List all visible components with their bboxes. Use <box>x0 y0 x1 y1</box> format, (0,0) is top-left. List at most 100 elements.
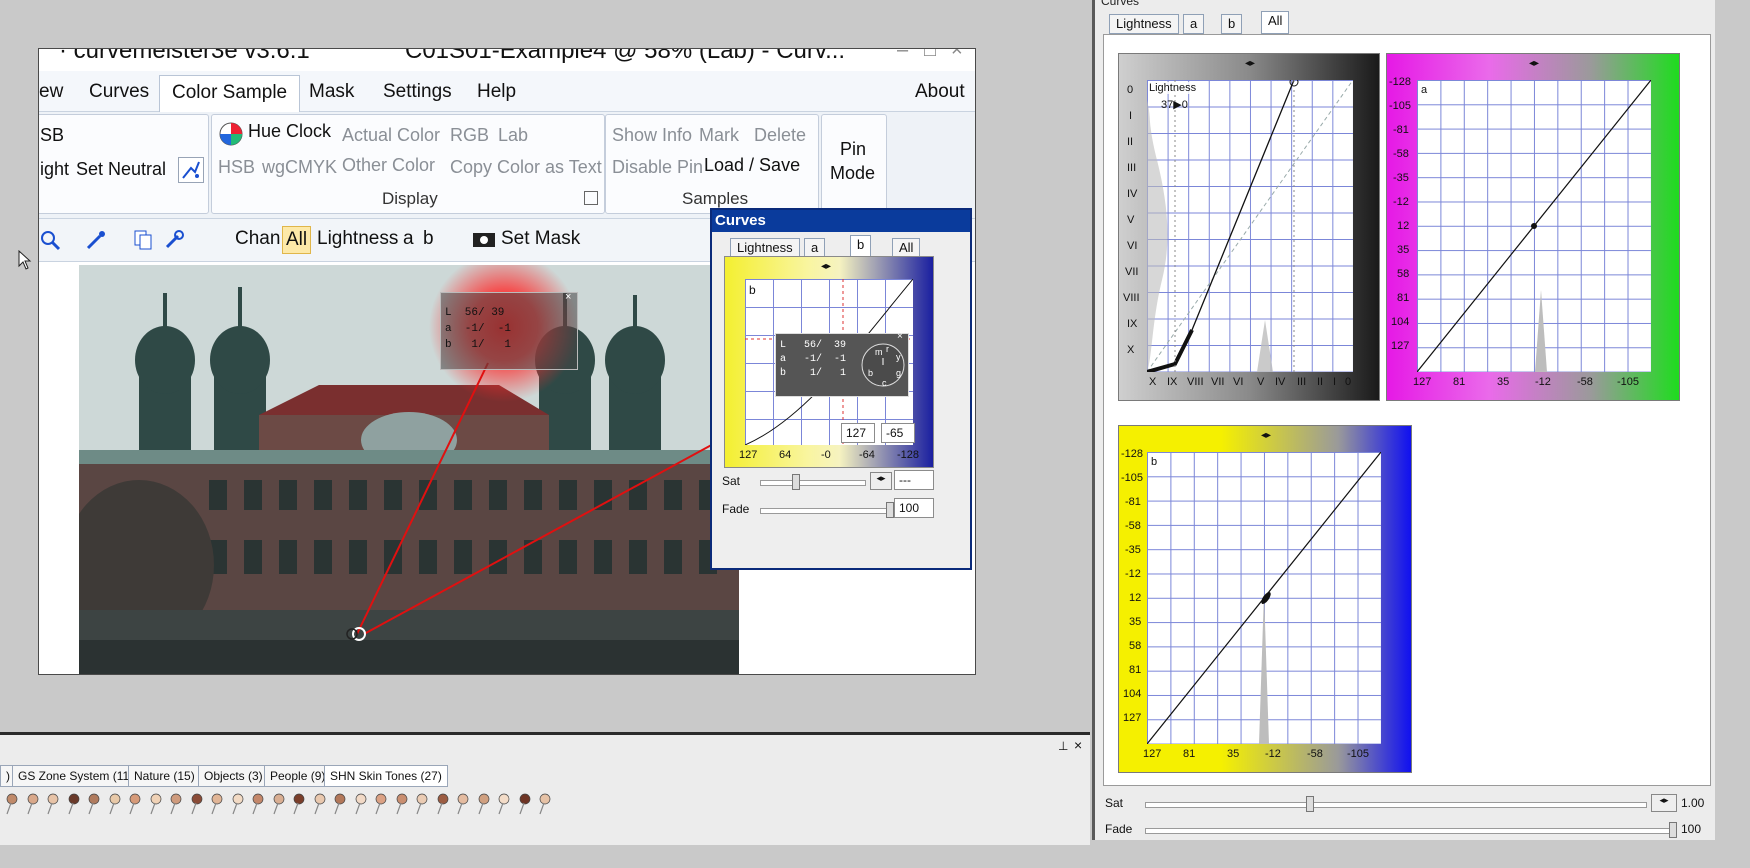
palette-tab[interactable]: People (9) <box>264 765 332 787</box>
palette-pin-icon[interactable]: ⊥ <box>1058 739 1068 753</box>
sample-pin-icon[interactable] <box>127 793 141 815</box>
rgb-button[interactable]: RGB <box>450 125 489 146</box>
mark-button[interactable]: Mark <box>699 125 739 146</box>
lab-button[interactable]: Lab <box>498 125 528 146</box>
docked-sat-slider-thumb[interactable] <box>1306 796 1314 812</box>
ribbon-hsb-partial[interactable]: SB <box>40 125 64 146</box>
hsb-button[interactable]: HSB <box>218 157 255 178</box>
tab-a[interactable]: a <box>804 238 826 258</box>
sample-pin-icon[interactable] <box>25 793 39 815</box>
sat-slider[interactable] <box>760 480 866 486</box>
popup-close-icon[interactable]: × <box>565 291 571 303</box>
ribbon-highlight-partial[interactable]: ight <box>40 159 69 180</box>
set-mask-dropdown[interactable]: Set Mask <box>501 228 580 250</box>
docked-fade-slider[interactable] <box>1145 828 1675 834</box>
sample-pin-icon[interactable] <box>66 793 80 815</box>
copy-icon[interactable] <box>132 229 154 251</box>
disable-pin-button[interactable]: Disable Pin <box>612 157 703 178</box>
sample-pin-icon[interactable] <box>435 793 449 815</box>
palette-close-icon[interactable]: × <box>1074 737 1082 753</box>
wrench-icon[interactable] <box>163 229 185 251</box>
other-color-dropdown[interactable]: Other Color <box>342 155 435 176</box>
sample-pin-icon[interactable] <box>455 793 469 815</box>
docked-tab-b[interactable]: b <box>1221 14 1243 34</box>
hue-clock-dropdown[interactable]: Hue Clock <box>248 121 331 142</box>
sample-pin-icon[interactable] <box>496 793 510 815</box>
sample-pin-icon[interactable] <box>86 793 100 815</box>
a-curve-grid[interactable]: a <box>1417 80 1651 372</box>
fade-slider-thumb[interactable] <box>886 502 894 518</box>
pin-mode-button[interactable]: Pin Mode <box>821 114 887 214</box>
tab-all[interactable]: All <box>892 238 921 258</box>
curves-popup-close-icon[interactable]: × <box>897 331 903 342</box>
show-info-button[interactable]: Show Info <box>612 125 692 146</box>
curve-arrows-icon[interactable]: ◂▸ <box>821 261 831 272</box>
sat-slider-thumb[interactable] <box>792 474 801 490</box>
sample-pin-icon[interactable] <box>476 793 490 815</box>
sample-pin-icon[interactable] <box>4 793 18 815</box>
lightness-curve-grid[interactable]: Lightness 37▶0 <box>1147 80 1353 372</box>
set-neutral-button[interactable]: Set Neutral <box>76 159 166 180</box>
sample-pin-icon[interactable] <box>107 793 121 815</box>
sample-pin-icon[interactable] <box>332 793 346 815</box>
sample-pin-icon[interactable] <box>373 793 387 815</box>
sample-pin-icon[interactable] <box>250 793 264 815</box>
menu-curves[interactable]: Curves <box>89 81 149 103</box>
docked-fade-value[interactable]: 100 <box>1681 822 1701 836</box>
palette-tab[interactable]: SHN Skin Tones (27) <box>324 765 448 787</box>
fade-value[interactable]: 100 <box>894 498 934 518</box>
channel-lightness-button[interactable]: Lightness <box>317 228 398 250</box>
tab-b[interactable]: b <box>850 235 872 258</box>
sample-pin-icon[interactable] <box>45 793 59 815</box>
delete-button[interactable]: Delete <box>754 125 806 146</box>
copy-color-as-text-button[interactable]: Copy Color as Text <box>450 157 602 178</box>
docked-tab-all[interactable]: All <box>1261 11 1290 34</box>
wgcmyk-button[interactable]: wgCMYK <box>262 157 337 178</box>
menu-mask[interactable]: Mask <box>309 81 354 103</box>
channel-all-button[interactable]: All <box>282 226 312 254</box>
docked-sat-slider[interactable] <box>1145 802 1647 808</box>
close-icon[interactable]: × <box>951 49 963 62</box>
maximize-icon[interactable]: □ <box>924 49 936 62</box>
fade-slider[interactable] <box>760 508 892 514</box>
load-save-dropdown[interactable]: Load / Save <box>704 155 800 176</box>
lightness-arrows-icon[interactable]: ◂▸ <box>1245 58 1255 69</box>
sat-step-arrows-icon[interactable]: ◂▸ <box>870 472 892 490</box>
menu-about[interactable]: About <box>915 81 965 103</box>
menu-settings[interactable]: Settings <box>383 81 452 103</box>
docked-sat-step-arrows-icon[interactable]: ◂▸ <box>1651 794 1677 812</box>
actual-color-button[interactable]: Actual Color <box>342 125 440 146</box>
palette-tab[interactable]: GS Zone System (11) <box>12 765 140 787</box>
palette-tab[interactable]: Objects (3) <box>198 765 269 787</box>
sample-pin-icon[interactable] <box>291 793 305 815</box>
sample-pin-icon[interactable] <box>394 793 408 815</box>
eyedropper-icon[interactable] <box>85 229 107 251</box>
curves-docked-window[interactable]: Curves Lightness a b All Lightness 37▶0 <box>1092 0 1715 840</box>
sample-pin-icon[interactable] <box>312 793 326 815</box>
sample-pin-icon[interactable] <box>189 793 203 815</box>
dialog-launcher-icon[interactable] <box>584 191 598 205</box>
sample-pin-icon[interactable] <box>353 793 367 815</box>
menu-help[interactable]: Help <box>477 81 516 103</box>
b-curve-grid[interactable]: b <box>1147 452 1381 744</box>
tab-lightness[interactable]: Lightness <box>730 238 800 258</box>
docked-tab-a[interactable]: a <box>1183 14 1205 34</box>
docked-sat-value[interactable]: 1.00 <box>1681 796 1704 810</box>
curve-output-value[interactable]: -65 <box>881 423 915 443</box>
channel-b-button[interactable]: b <box>423 228 434 250</box>
zoom-icon[interactable] <box>39 229 61 251</box>
eyedropper-graph-icon[interactable] <box>178 157 204 183</box>
sample-pin-icon[interactable] <box>168 793 182 815</box>
color-sample-popup[interactable]: × L 56/ 39 a -1/ -1 b 1/ 1 <box>440 291 578 370</box>
sample-pin-icon[interactable] <box>148 793 162 815</box>
curve-input-value[interactable]: 127 <box>841 423 875 443</box>
a-arrows-icon[interactable]: ◂▸ <box>1529 58 1539 69</box>
palette-tab[interactable]: Nature (15) <box>128 765 201 787</box>
sample-pin-icon[interactable] <box>271 793 285 815</box>
docked-tab-lightness[interactable]: Lightness <box>1109 14 1179 34</box>
sat-value[interactable]: --- <box>894 470 934 490</box>
sample-pin-icon[interactable] <box>517 793 531 815</box>
photo-canvas[interactable]: × L 56/ 39 a -1/ -1 b 1/ 1 <box>79 265 739 674</box>
sample-pin-icon[interactable] <box>537 793 551 815</box>
menu-view[interactable]: ew <box>39 81 63 103</box>
